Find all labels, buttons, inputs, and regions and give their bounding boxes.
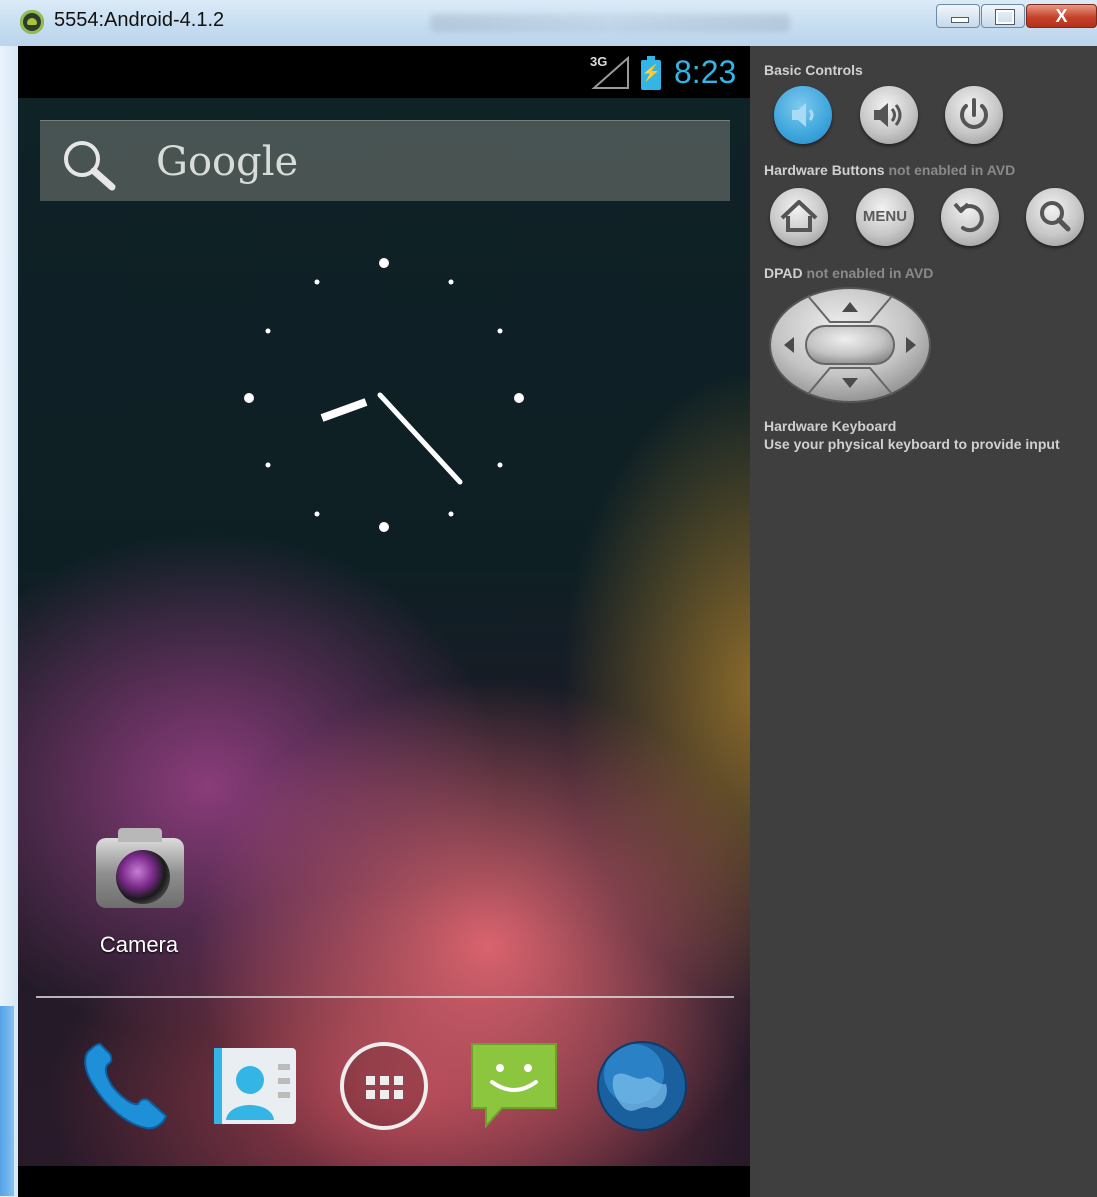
power-icon xyxy=(960,98,988,129)
window-frame-left xyxy=(0,46,18,1197)
emulator-screen[interactable]: 3G ⚡ 8:23 Google Camera xyxy=(18,46,750,1197)
status-time: 8:23 xyxy=(674,54,737,90)
volume-up-button[interactable] xyxy=(860,86,918,144)
android-app-icon xyxy=(20,10,44,34)
dpad-note: not enabled in AVD xyxy=(806,265,934,281)
camera-app[interactable]: Camera xyxy=(88,826,190,966)
close-icon: X xyxy=(1055,6,1068,26)
volume-up-icon xyxy=(874,103,902,127)
back-icon xyxy=(953,202,984,233)
google-search-bar[interactable]: Google xyxy=(40,120,730,201)
camera-lens xyxy=(116,850,170,904)
home-button[interactable] xyxy=(770,188,828,246)
hardware-keyboard-heading: Hardware Keyboard xyxy=(764,418,897,434)
minimize-button[interactable] xyxy=(936,4,980,28)
google-search-label: Google xyxy=(156,139,299,185)
dpad-label: DPAD xyxy=(764,265,803,281)
browser-icon[interactable] xyxy=(594,1038,690,1134)
dpad-control[interactable] xyxy=(768,286,932,404)
navigation-bar xyxy=(18,1166,750,1197)
search-icon xyxy=(1040,201,1071,232)
power-button[interactable] xyxy=(945,86,1003,144)
blurred-title-area xyxy=(430,14,790,32)
hardware-buttons-note: not enabled in AVD xyxy=(888,162,1016,178)
menu-button[interactable]: MENU xyxy=(856,188,914,246)
hardware-buttons-label: Hardware Buttons xyxy=(764,162,885,178)
hardware-keyboard-description: Use your physical keyboard to provide in… xyxy=(764,436,1060,452)
phone-icon[interactable] xyxy=(76,1038,172,1134)
contacts-icon[interactable] xyxy=(208,1038,304,1134)
messaging-icon[interactable] xyxy=(466,1038,562,1134)
maximize-button[interactable] xyxy=(981,4,1025,28)
search-button[interactable] xyxy=(1026,188,1084,246)
dock-divider xyxy=(36,996,734,998)
battery-icon: ⚡ xyxy=(641,56,661,90)
dpad-heading: DPAD not enabled in AVD xyxy=(764,265,933,281)
volume-down-button[interactable] xyxy=(774,86,832,144)
search-icon xyxy=(64,141,116,191)
close-button[interactable]: X xyxy=(1026,4,1097,28)
controls-panel: Basic Controls Hardware Buttons not enab… xyxy=(750,46,1097,1197)
hardware-buttons-heading: Hardware Buttons not enabled in AVD xyxy=(764,162,1015,178)
basic-controls-heading: Basic Controls xyxy=(764,62,863,78)
window-titlebar: 5554:Android-4.1.2 X xyxy=(0,0,1097,46)
menu-label: MENU xyxy=(862,208,908,225)
window-title: 5554:Android-4.1.2 xyxy=(54,9,225,31)
volume-down-icon xyxy=(792,103,814,127)
status-bar: 3G ⚡ 8:23 xyxy=(18,46,750,98)
back-button[interactable] xyxy=(941,188,999,246)
signal-icon xyxy=(591,56,629,89)
home-icon xyxy=(780,200,818,232)
all-apps-icon[interactable] xyxy=(336,1038,432,1134)
analog-clock-widget[interactable] xyxy=(244,252,524,532)
camera-label: Camera xyxy=(99,932,179,957)
